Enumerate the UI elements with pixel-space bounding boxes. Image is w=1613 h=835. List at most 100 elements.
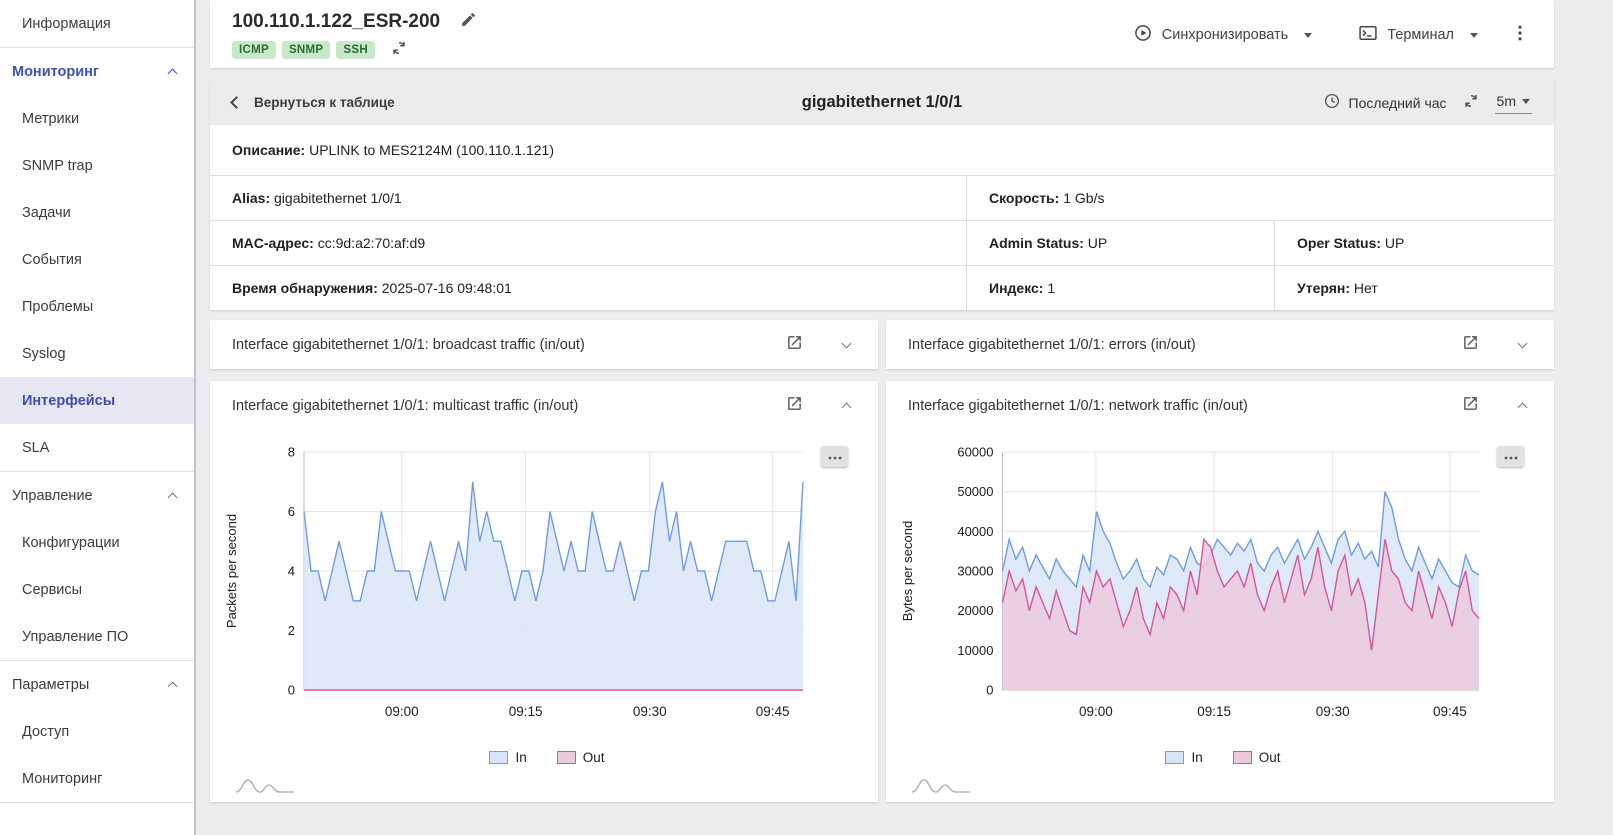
chevron-up-icon [168, 492, 178, 502]
legend-swatch [1233, 751, 1252, 764]
open-in-new-button[interactable] [1458, 394, 1482, 418]
chevron-up-icon [1517, 402, 1527, 412]
collapse-panel-button[interactable] [834, 394, 858, 418]
chart-legend: In Out [892, 747, 1554, 767]
expanded-panels-row: Interface gigabitethernet 1/0/1: multica… [210, 381, 1554, 802]
sidebar-item-configurations[interactable]: Конфигурации [0, 519, 194, 566]
chart-area: 010000200003000040000500006000009:0009:1… [886, 430, 1554, 795]
interval-select[interactable]: 5m [1495, 91, 1532, 114]
sidebar-item-syslog[interactable]: Syslog [0, 330, 194, 377]
chart-legend: In Out [216, 747, 878, 767]
open-in-new-icon [1462, 395, 1479, 417]
oper-status-field: Oper Status: UP [1274, 221, 1554, 265]
chart-menu-button[interactable] [1497, 446, 1524, 467]
legend-item-in[interactable]: In [1165, 750, 1202, 765]
terminal-dropdown-button[interactable] [1462, 27, 1486, 44]
app-root: Информация Мониторинг Метрики SNMP trap … [0, 0, 1613, 835]
sidebar-item-snmp-trap[interactable]: SNMP trap [0, 142, 194, 189]
sidebar-section-management[interactable]: Управление [0, 472, 194, 519]
refresh-icon [1462, 92, 1480, 113]
sidebar-item-metrics[interactable]: Метрики [0, 95, 194, 142]
expand-panel-button[interactable] [1510, 333, 1534, 357]
y-tick-label: 30000 [957, 564, 993, 579]
collapse-panel-button[interactable] [1510, 394, 1534, 418]
sidebar-item-services[interactable]: Сервисы [0, 566, 194, 613]
speed-field: Скорость: 1 Gb/s [966, 176, 1554, 220]
open-in-new-button[interactable] [1458, 333, 1482, 357]
time-range-button[interactable]: Последний час [1323, 92, 1447, 113]
panel-broadcast-traffic: Interface gigabitethernet 1/0/1: broadca… [210, 320, 878, 369]
edit-device-name-button[interactable] [456, 10, 480, 34]
chevron-left-icon [230, 96, 243, 109]
y-tick-label: 50000 [957, 484, 993, 499]
y-tick-label: 6 [288, 504, 295, 519]
play-circle-icon [1133, 23, 1153, 47]
chevron-up-icon [841, 402, 851, 412]
chart-preview-icon[interactable] [234, 773, 878, 795]
sidebar-section-monitoring[interactable]: Мониторинг [0, 48, 194, 95]
legend-item-out[interactable]: Out [1233, 750, 1281, 765]
chart-canvas[interactable]: 0246809:0009:1509:3009:45Packets per sec… [216, 432, 878, 745]
y-axis-label: Packets per second [224, 514, 239, 628]
sync-dropdown-button[interactable] [1296, 27, 1320, 44]
panel-multicast-traffic: Interface gigabitethernet 1/0/1: multica… [210, 381, 878, 802]
discovered-field: Время обнаружения: 2025-07-16 09:48:01 [210, 266, 966, 310]
sidebar-item-sla[interactable]: SLA [0, 424, 194, 471]
sidebar-item-interfaces[interactable]: Интерфейсы [0, 377, 194, 424]
sidebar-item-information[interactable]: Информация [0, 0, 194, 47]
back-to-table-button[interactable]: Вернуться к таблице [232, 95, 395, 110]
chart-area: 0246809:0009:1509:3009:45Packets per sec… [210, 430, 878, 795]
legend-item-in[interactable]: In [489, 750, 526, 765]
panel-title: Interface gigabitethernet 1/0/1: broadca… [232, 337, 782, 353]
chart-menu-button[interactable] [821, 446, 848, 467]
kebab-menu-icon [1510, 23, 1530, 48]
chevron-down-icon [1304, 33, 1312, 38]
device-title: 100.110.1.122_ESR-200 [232, 11, 440, 33]
chevron-down-icon [1470, 33, 1478, 38]
open-in-new-button[interactable] [782, 333, 806, 357]
refresh-availability-button[interactable] [387, 38, 411, 62]
chevron-down-icon [1522, 99, 1530, 104]
protocol-badge-icmp: ICMP [232, 41, 276, 59]
clock-icon [1323, 92, 1341, 113]
sidebar-item-tasks[interactable]: Задачи [0, 189, 194, 236]
y-tick-label: 40000 [957, 524, 993, 539]
sidebar-section-parameters[interactable]: Параметры [0, 661, 194, 708]
sidebar-divider [0, 802, 194, 803]
interface-details-card: Вернуться к таблице gigabitethernet 1/0/… [210, 80, 1554, 310]
legend-swatch [489, 751, 508, 764]
y-tick-label: 0 [288, 683, 295, 698]
refresh-charts-button[interactable] [1459, 91, 1483, 115]
pencil-icon [460, 11, 477, 33]
sidebar-item-monitoring-params[interactable]: Мониторинг [0, 755, 194, 802]
terminal-button[interactable]: Терминал [1350, 17, 1462, 53]
y-tick-label: 0 [986, 683, 993, 698]
chevron-up-icon [168, 681, 178, 691]
sidebar-item-problems[interactable]: Проблемы [0, 283, 194, 330]
admin-status-field: Admin Status: UP [966, 221, 1274, 265]
more-menu-button[interactable] [1508, 23, 1532, 47]
open-in-new-icon [786, 334, 803, 356]
terminal-icon [1358, 23, 1378, 47]
sidebar-item-software[interactable]: Управление ПО [0, 613, 194, 660]
chevron-down-icon [841, 339, 851, 349]
y-tick-label: 60000 [957, 445, 993, 460]
x-tick-label: 09:15 [509, 704, 543, 719]
expand-panel-button[interactable] [834, 333, 858, 357]
legend-item-out[interactable]: Out [557, 750, 605, 765]
x-tick-label: 09:15 [1197, 704, 1231, 719]
chevron-down-icon [1517, 339, 1527, 349]
panel-errors: Interface gigabitethernet 1/0/1: errors … [886, 320, 1554, 369]
sync-button[interactable]: Синхронизировать [1125, 17, 1296, 53]
chart-canvas[interactable]: 010000200003000040000500006000009:0009:1… [892, 432, 1554, 745]
sidebar-item-access[interactable]: Доступ [0, 708, 194, 755]
y-tick-label: 8 [288, 445, 295, 460]
chart-preview-icon[interactable] [910, 773, 1554, 795]
y-tick-label: 20000 [957, 603, 993, 618]
header-actions: Синхронизировать Терминал [1125, 17, 1532, 53]
open-in-new-button[interactable] [782, 394, 806, 418]
device-header: 100.110.1.122_ESR-200 ICMP SNMP SSH [210, 0, 1554, 68]
toolbar-right: Последний час 5m [1323, 91, 1532, 115]
sidebar-item-events[interactable]: События [0, 236, 194, 283]
table-row: Alias: gigabitethernet 1/0/1 Скорость: 1… [210, 176, 1554, 220]
